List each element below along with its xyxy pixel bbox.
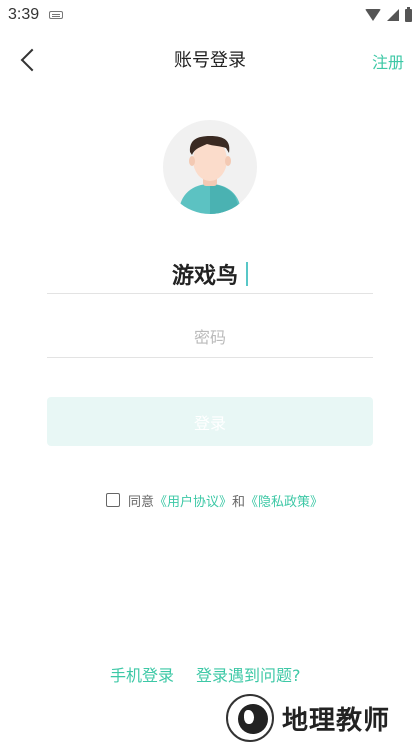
password-field[interactable] (47, 318, 373, 358)
avatar-icon (163, 120, 257, 214)
status-icons (365, 6, 412, 22)
agreement-row: 同意 《用户协议》 和 《隐私政策》 (106, 490, 323, 510)
register-link[interactable]: 注册 (372, 49, 404, 73)
battery-icon (405, 6, 412, 22)
login-button[interactable]: 登录 (47, 397, 373, 446)
back-chevron-icon[interactable] (14, 44, 44, 74)
login-problem-link[interactable]: 登录遇到问题? (196, 662, 301, 686)
agree-checkbox[interactable] (106, 493, 120, 507)
agreement-prefix: 同意 (128, 494, 155, 510)
user-agreement-link[interactable]: 《用户协议》 (154, 491, 232, 510)
keyboard-icon (49, 11, 64, 19)
text-caret (246, 261, 248, 286)
watermark: 地理教师 (226, 693, 390, 743)
privacy-policy-link[interactable]: 《隐私政策》 (245, 491, 323, 510)
nav-bar: 账号登录 注册 (0, 38, 420, 80)
status-bar: 3:39 (0, 0, 420, 30)
agreement-conjunction: 和 (232, 494, 246, 510)
status-time: 3:39 (8, 6, 40, 23)
bottom-links: 手机登录 登录遇到问题? (110, 662, 301, 686)
wifi-icon (365, 9, 381, 21)
username-value: 游戏鸟 (171, 263, 238, 289)
username-field[interactable]: 游戏鸟 (47, 254, 373, 294)
page-title: 账号登录 (174, 50, 246, 71)
password-input[interactable] (47, 328, 373, 347)
globe-logo-icon (226, 694, 274, 742)
watermark-text: 地理教师 (282, 705, 391, 736)
phone-login-link[interactable]: 手机登录 (110, 662, 174, 686)
signal-icon (387, 9, 399, 21)
